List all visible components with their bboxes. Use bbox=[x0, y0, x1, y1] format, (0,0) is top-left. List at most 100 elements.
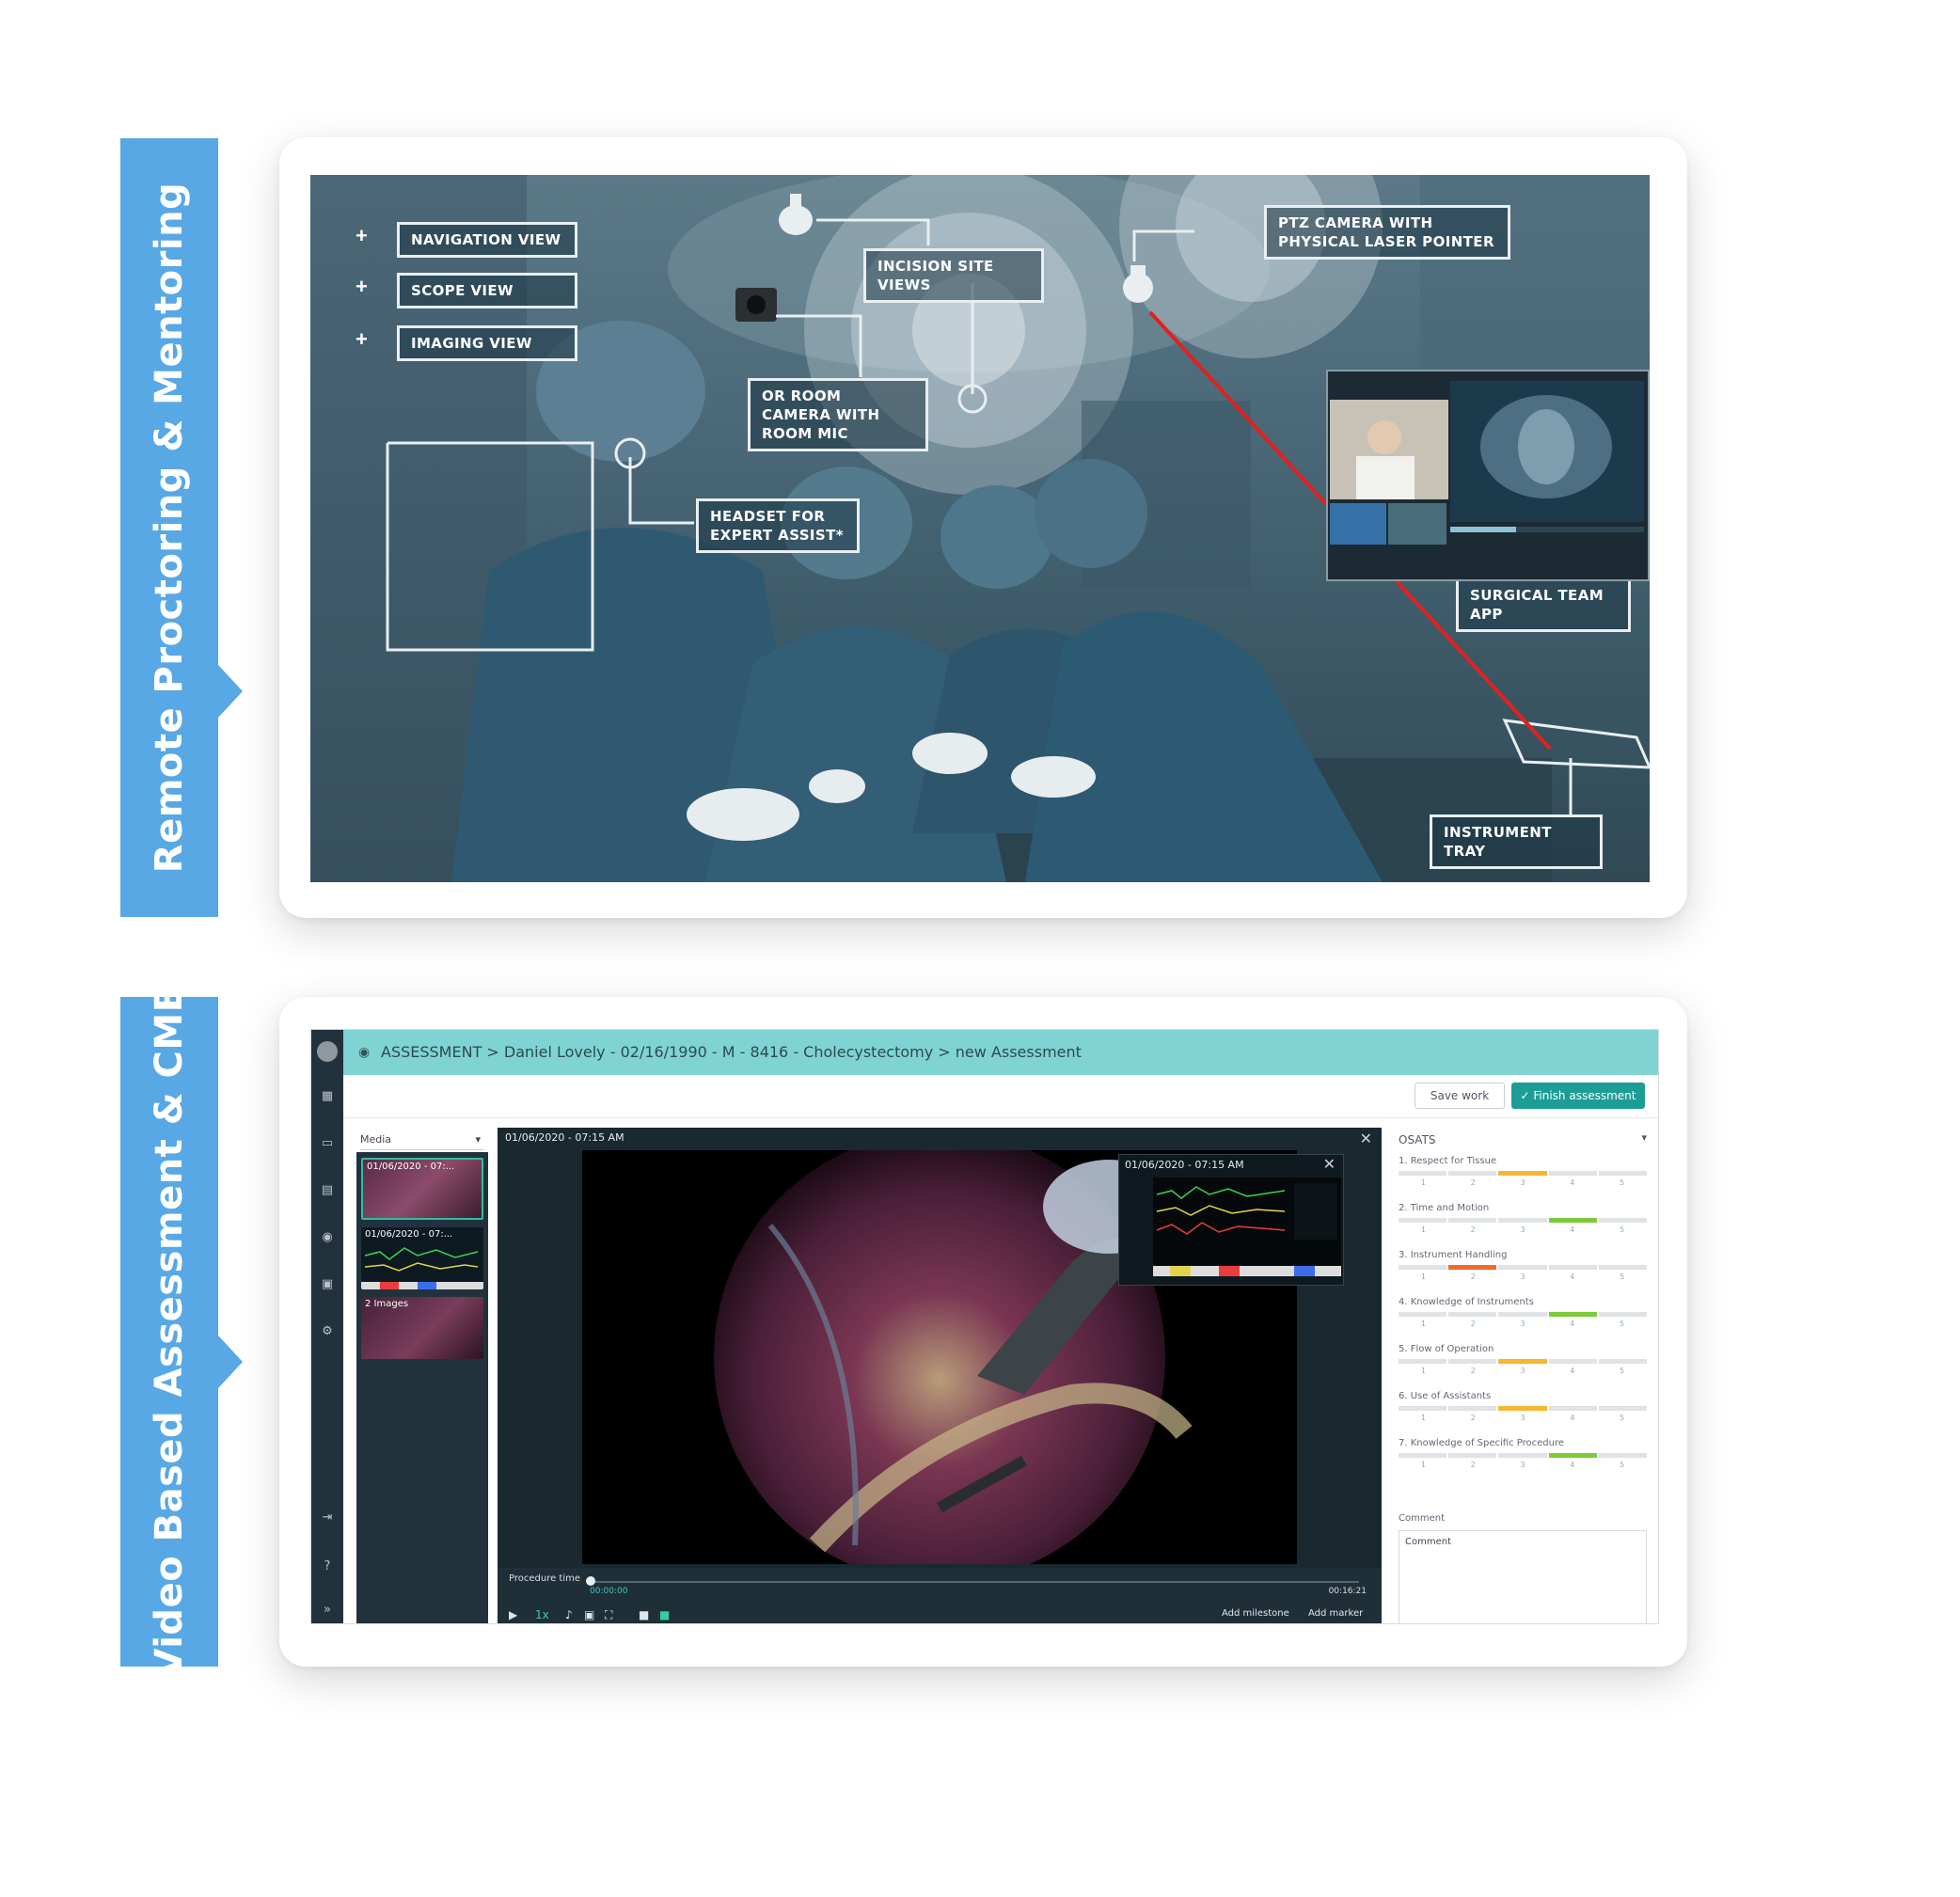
rating-number[interactable]: 1 bbox=[1399, 1461, 1448, 1469]
rating-segment[interactable] bbox=[1598, 1312, 1648, 1317]
save-work-button[interactable]: Save work bbox=[1415, 1083, 1505, 1109]
media-item[interactable]: 01/06/2020 - 07:... bbox=[361, 1227, 483, 1289]
rating-number[interactable]: 3 bbox=[1498, 1225, 1548, 1234]
chevron-down-icon[interactable]: ▾ bbox=[1641, 1131, 1647, 1144]
rating-segment[interactable] bbox=[1498, 1218, 1547, 1223]
timeline-scrubber[interactable] bbox=[586, 1576, 595, 1586]
folder-icon[interactable]: ▭ bbox=[320, 1137, 335, 1150]
media-item[interactable]: 2 Images bbox=[361, 1297, 483, 1359]
expand-icon[interactable]: » bbox=[320, 1604, 335, 1617]
rating-number[interactable]: 4 bbox=[1547, 1225, 1597, 1234]
play-icon[interactable]: ▶ bbox=[509, 1608, 517, 1621]
rating-number[interactable]: 3 bbox=[1498, 1461, 1548, 1469]
rating-segment[interactable] bbox=[1548, 1359, 1597, 1364]
expand-plus-icon[interactable]: + bbox=[356, 224, 368, 248]
vitals-monitor-window[interactable]: 01/06/2020 - 07:15 AM ✕ bbox=[1118, 1154, 1344, 1286]
rating-number[interactable]: 3 bbox=[1498, 1414, 1548, 1422]
rating-segment[interactable] bbox=[1548, 1265, 1597, 1270]
rating-segment[interactable] bbox=[1399, 1359, 1447, 1364]
chevron-down-icon[interactable]: ▾ bbox=[475, 1130, 481, 1150]
rating-segment[interactable] bbox=[1448, 1406, 1497, 1411]
rating-number[interactable]: 1 bbox=[1399, 1367, 1448, 1375]
rating-number[interactable]: 2 bbox=[1448, 1273, 1498, 1281]
fullscreen-icon[interactable]: ⛶ bbox=[605, 1608, 612, 1622]
rating-segment[interactable] bbox=[1448, 1265, 1497, 1270]
rating-segment[interactable] bbox=[1598, 1359, 1648, 1364]
rating-number[interactable]: 3 bbox=[1498, 1320, 1548, 1328]
finish-assessment-button[interactable]: ✓ Finish assessment bbox=[1511, 1083, 1645, 1109]
rating-number[interactable]: 2 bbox=[1448, 1225, 1498, 1234]
close-icon[interactable]: ✕ bbox=[1360, 1130, 1372, 1148]
rating-number[interactable]: 2 bbox=[1448, 1461, 1498, 1469]
rating-segment[interactable] bbox=[1399, 1265, 1447, 1270]
add-milestone-button[interactable]: Add milestone bbox=[1222, 1608, 1289, 1619]
rating-segment[interactable] bbox=[1498, 1312, 1547, 1317]
rating-number[interactable]: 2 bbox=[1448, 1320, 1498, 1328]
rating-segment[interactable] bbox=[1448, 1312, 1497, 1317]
rating-segment[interactable] bbox=[1598, 1453, 1648, 1458]
snapshot-icon[interactable]: ▣ bbox=[584, 1608, 594, 1621]
rating-segment[interactable] bbox=[1399, 1171, 1447, 1176]
rating-segment[interactable] bbox=[1548, 1171, 1597, 1176]
rating-segment[interactable] bbox=[1498, 1406, 1547, 1411]
rating-number[interactable]: 3 bbox=[1498, 1367, 1548, 1375]
rating-segment[interactable] bbox=[1548, 1312, 1597, 1317]
rating-segment[interactable] bbox=[1399, 1218, 1447, 1223]
settings-icon[interactable]: ⚙ bbox=[320, 1325, 335, 1338]
rating-number[interactable]: 2 bbox=[1448, 1178, 1498, 1187]
expand-plus-icon[interactable]: + bbox=[356, 327, 368, 352]
progress-bar[interactable] bbox=[588, 1581, 1359, 1583]
speed-selector[interactable]: 1x bbox=[535, 1608, 549, 1621]
rating-number[interactable]: 1 bbox=[1399, 1320, 1448, 1328]
rating-segment[interactable] bbox=[1399, 1406, 1447, 1411]
rating-number[interactable]: 1 bbox=[1399, 1178, 1448, 1187]
rating-segment[interactable] bbox=[1598, 1265, 1648, 1270]
rating-number[interactable]: 5 bbox=[1597, 1273, 1647, 1281]
rating-segment[interactable] bbox=[1448, 1171, 1497, 1176]
eye-icon[interactable]: ◉ bbox=[320, 1231, 335, 1244]
rating-segment[interactable] bbox=[1598, 1406, 1648, 1411]
rating-number[interactable]: 3 bbox=[1498, 1273, 1548, 1281]
rating-number[interactable]: 4 bbox=[1547, 1320, 1597, 1328]
media-header[interactable]: Media ▾ bbox=[360, 1130, 484, 1150]
rating-segment[interactable] bbox=[1598, 1171, 1648, 1176]
layout-icon[interactable]: ■ bbox=[639, 1608, 649, 1621]
rating-segment[interactable] bbox=[1448, 1359, 1497, 1364]
rating-segment[interactable] bbox=[1448, 1453, 1497, 1458]
logout-icon[interactable]: ⇥ bbox=[320, 1511, 335, 1525]
dashboard-icon[interactable]: ▦ bbox=[320, 1090, 335, 1103]
rating-number[interactable]: 1 bbox=[1399, 1225, 1448, 1234]
rating-segment[interactable] bbox=[1548, 1453, 1597, 1458]
rating-segment[interactable] bbox=[1498, 1171, 1547, 1176]
rating-segment[interactable] bbox=[1498, 1359, 1547, 1364]
rating-segment[interactable] bbox=[1548, 1406, 1597, 1411]
rating-number[interactable]: 4 bbox=[1547, 1178, 1597, 1187]
breadcrumb[interactable]: ASSESSMENT > Daniel Lovely - 02/16/1990 … bbox=[381, 1043, 1082, 1061]
rating-number[interactable]: 1 bbox=[1399, 1273, 1448, 1281]
rating-number[interactable]: 2 bbox=[1448, 1414, 1498, 1422]
image-icon[interactable]: ▣ bbox=[320, 1278, 335, 1291]
add-marker-button[interactable]: Add marker bbox=[1308, 1608, 1363, 1619]
comment-textarea[interactable]: Comment bbox=[1399, 1530, 1647, 1623]
rating-segment[interactable] bbox=[1399, 1312, 1447, 1317]
rating-number[interactable]: 4 bbox=[1547, 1367, 1597, 1375]
avatar[interactable] bbox=[317, 1041, 338, 1062]
rating-number[interactable]: 5 bbox=[1597, 1414, 1647, 1422]
rating-segment[interactable] bbox=[1498, 1265, 1547, 1270]
rating-number[interactable]: 4 bbox=[1547, 1414, 1597, 1422]
rating-number[interactable]: 5 bbox=[1597, 1225, 1647, 1234]
split-layout-icon[interactable]: ■ bbox=[659, 1608, 670, 1621]
help-icon[interactable]: ? bbox=[320, 1560, 335, 1573]
rating-number[interactable]: 5 bbox=[1597, 1461, 1647, 1469]
media-item[interactable]: 01/06/2020 - 07:... bbox=[361, 1158, 483, 1220]
rating-number[interactable]: 5 bbox=[1597, 1320, 1647, 1328]
rating-number[interactable]: 2 bbox=[1448, 1367, 1498, 1375]
rating-number[interactable]: 3 bbox=[1498, 1178, 1548, 1187]
rating-segment[interactable] bbox=[1448, 1218, 1497, 1223]
rating-segment[interactable] bbox=[1498, 1453, 1547, 1458]
close-icon[interactable]: ✕ bbox=[1323, 1155, 1336, 1174]
rating-segment[interactable] bbox=[1548, 1218, 1597, 1223]
rating-segment[interactable] bbox=[1399, 1453, 1447, 1458]
expand-plus-icon[interactable]: + bbox=[356, 275, 368, 299]
rating-number[interactable]: 4 bbox=[1547, 1273, 1597, 1281]
